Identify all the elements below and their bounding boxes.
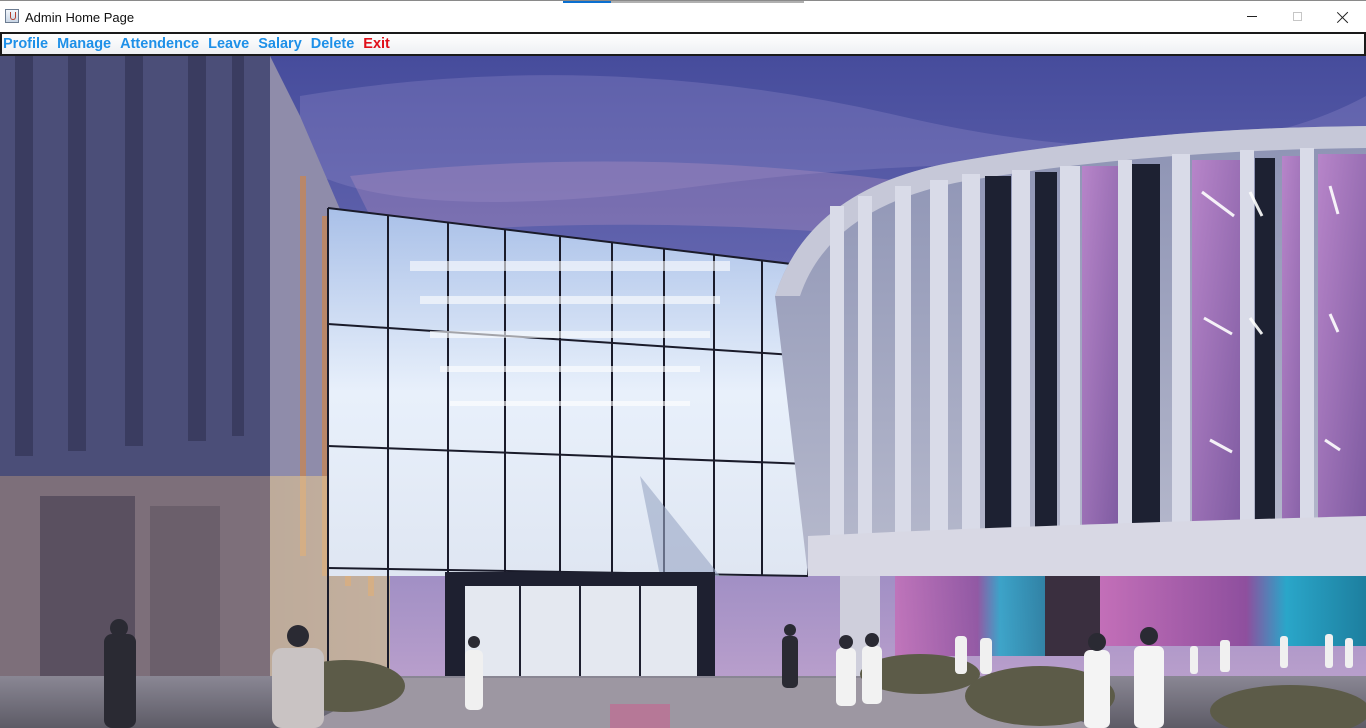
- taskbar-accent-blue: [563, 1, 611, 3]
- minimize-button[interactable]: [1229, 1, 1275, 32]
- close-icon: [1337, 11, 1349, 23]
- minimize-icon: [1247, 16, 1257, 17]
- menu-manage[interactable]: Manage: [57, 36, 111, 52]
- maximize-icon: [1292, 12, 1302, 21]
- maximize-button[interactable]: [1274, 1, 1320, 32]
- title-bar[interactable]: Admin Home Page: [0, 0, 1366, 32]
- menu-salary[interactable]: Salary: [258, 36, 302, 52]
- menu-bar: Profile Manage Attendence Leave Salary D…: [0, 32, 1366, 56]
- building-photo-image: [0, 56, 1366, 728]
- close-button[interactable]: [1320, 1, 1366, 32]
- menu-delete[interactable]: Delete: [311, 36, 355, 52]
- taskbar-accent-gray: [611, 1, 804, 3]
- menu-exit[interactable]: Exit: [363, 36, 390, 52]
- app-window: Admin Home Page Profile Manage Attendenc…: [0, 0, 1366, 728]
- window-title: Admin Home Page: [25, 10, 135, 25]
- background-building-image: [0, 56, 1366, 728]
- menu-leave[interactable]: Leave: [208, 36, 249, 52]
- menu-attendence[interactable]: Attendence: [120, 36, 199, 52]
- java-cup-icon: [5, 9, 19, 23]
- menu-profile[interactable]: Profile: [3, 36, 48, 52]
